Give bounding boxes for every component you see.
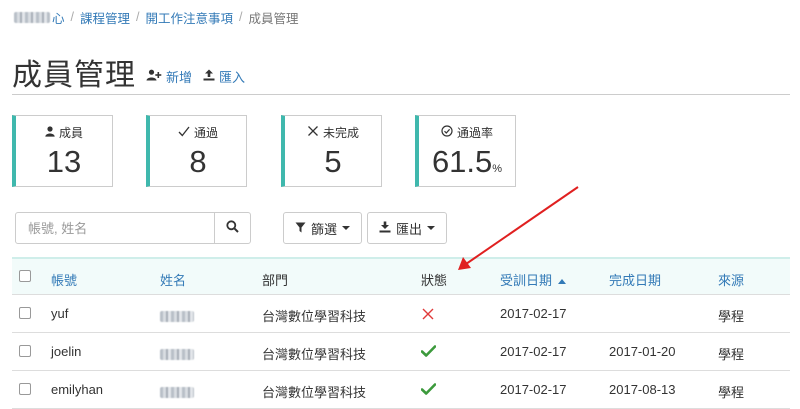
- import-button[interactable]: 匯入: [203, 67, 245, 86]
- stat-label: 成員: [58, 126, 83, 140]
- breadcrumb-separator: /: [136, 10, 140, 24]
- stat-value: 8: [189, 144, 207, 179]
- search-input[interactable]: [15, 212, 215, 244]
- cell-name-redacted: [160, 346, 194, 361]
- stat-label: 通過率: [456, 126, 493, 140]
- user-icon: [45, 125, 55, 140]
- x-icon: [307, 125, 319, 140]
- row-checkbox[interactable]: [19, 383, 31, 395]
- cell-training-date: 2017-02-17: [500, 344, 567, 359]
- pass-check-icon: [420, 345, 437, 360]
- cell-source: 學程: [718, 385, 745, 400]
- chevron-down-icon: [427, 226, 435, 230]
- column-header-training-date-label: 受訓日期: [500, 273, 553, 288]
- select-all-checkbox[interactable]: [19, 270, 31, 282]
- cell-department: 台灣數位學習科技: [262, 309, 367, 324]
- page-title: 成員管理: [12, 59, 136, 92]
- filter-dropdown-button[interactable]: 篩選: [283, 212, 362, 244]
- column-header-status: 狀態: [421, 273, 448, 288]
- page-header: 成員管理 新增 匯入: [12, 50, 790, 95]
- breadcrumb-separator: /: [239, 10, 243, 24]
- breadcrumb: 心 / 課程管理 / 開工作注意事項 / 成員管理: [14, 8, 299, 26]
- table-header: 帳號 姓名 部門 狀態 受訓日期 完成日期 來源: [12, 257, 790, 295]
- stat-value: 61.5: [431, 144, 493, 179]
- export-dropdown-button[interactable]: 匯出: [367, 212, 447, 244]
- cell-training-date: 2017-02-17: [500, 306, 567, 321]
- filter-icon: [295, 221, 306, 236]
- cell-account: yuf: [51, 306, 69, 321]
- cell-department: 台灣數位學習科技: [262, 385, 367, 400]
- table-row: yuf 台灣數位學習科技 2017-02-17 學程: [12, 295, 790, 333]
- add-member-button[interactable]: 新增: [146, 67, 192, 86]
- stat-card-members: 成員 13: [12, 115, 113, 187]
- stat-value: 5: [324, 144, 342, 179]
- cell-account: joelin: [51, 344, 82, 359]
- cell-completion-date: 2017-01-20: [609, 344, 676, 359]
- stat-label: 通過: [193, 126, 218, 140]
- cell-name-redacted: [160, 308, 194, 323]
- pass-check-icon: [420, 383, 437, 398]
- cell-completion-date: 2017-08-13: [609, 382, 676, 397]
- search-icon: [226, 220, 239, 236]
- breadcrumb-item-home[interactable]: 心: [52, 8, 65, 27]
- stat-label: 未完成: [322, 126, 359, 140]
- column-header-department: 部門: [262, 273, 289, 288]
- column-header-source[interactable]: 來源: [718, 270, 744, 289]
- sort-up-icon: [557, 279, 566, 285]
- cell-source: 學程: [718, 309, 745, 324]
- breadcrumb-item-current: 成員管理: [248, 11, 299, 26]
- breadcrumb-item-course-management[interactable]: 課程管理: [80, 8, 130, 27]
- row-checkbox[interactable]: [19, 307, 31, 319]
- breadcrumb-separator: /: [70, 10, 74, 24]
- download-icon: [379, 221, 391, 236]
- export-label: 匯出: [395, 221, 422, 237]
- column-header-name[interactable]: 姓名: [160, 270, 186, 289]
- chevron-down-icon: [342, 226, 350, 230]
- fail-x-icon: [422, 308, 434, 323]
- table-row: emilyhan 台灣數位學習科技 2017-02-17 2017-08-13 …: [12, 371, 790, 409]
- stat-card-pass-rate: 通過率 61.5%: [415, 115, 516, 187]
- user-plus-icon: [146, 69, 162, 84]
- row-checkbox[interactable]: [19, 345, 31, 357]
- cell-department: 台灣數位學習科技: [262, 347, 367, 362]
- stat-card-incomplete: 未完成 5: [281, 115, 382, 187]
- search-button[interactable]: [214, 212, 251, 244]
- stat-card-passed: 通過 8: [146, 115, 247, 187]
- add-member-label: 新增: [166, 70, 193, 85]
- breadcrumb-blurred-prefix: [14, 11, 50, 23]
- stat-value: 13: [46, 144, 82, 179]
- filter-label: 篩選: [310, 221, 337, 237]
- check-circle-icon: [441, 125, 453, 140]
- import-label: 匯入: [219, 70, 246, 85]
- breadcrumb-item-course[interactable]: 開工作注意事項: [146, 8, 234, 27]
- cell-training-date: 2017-02-17: [500, 382, 567, 397]
- table-row: joelin 台灣數位學習科技 2017-02-17 2017-01-20 學程: [12, 333, 790, 371]
- cell-name-redacted: [160, 384, 194, 399]
- stat-suffix: %: [492, 163, 503, 175]
- cell-account: emilyhan: [51, 382, 104, 397]
- cell-source: 學程: [718, 347, 745, 362]
- column-header-training-date[interactable]: 受訓日期: [500, 270, 566, 289]
- check-icon: [178, 126, 190, 140]
- column-header-account[interactable]: 帳號: [51, 270, 77, 289]
- column-header-completion-date[interactable]: 完成日期: [609, 270, 661, 289]
- upload-icon: [203, 69, 215, 84]
